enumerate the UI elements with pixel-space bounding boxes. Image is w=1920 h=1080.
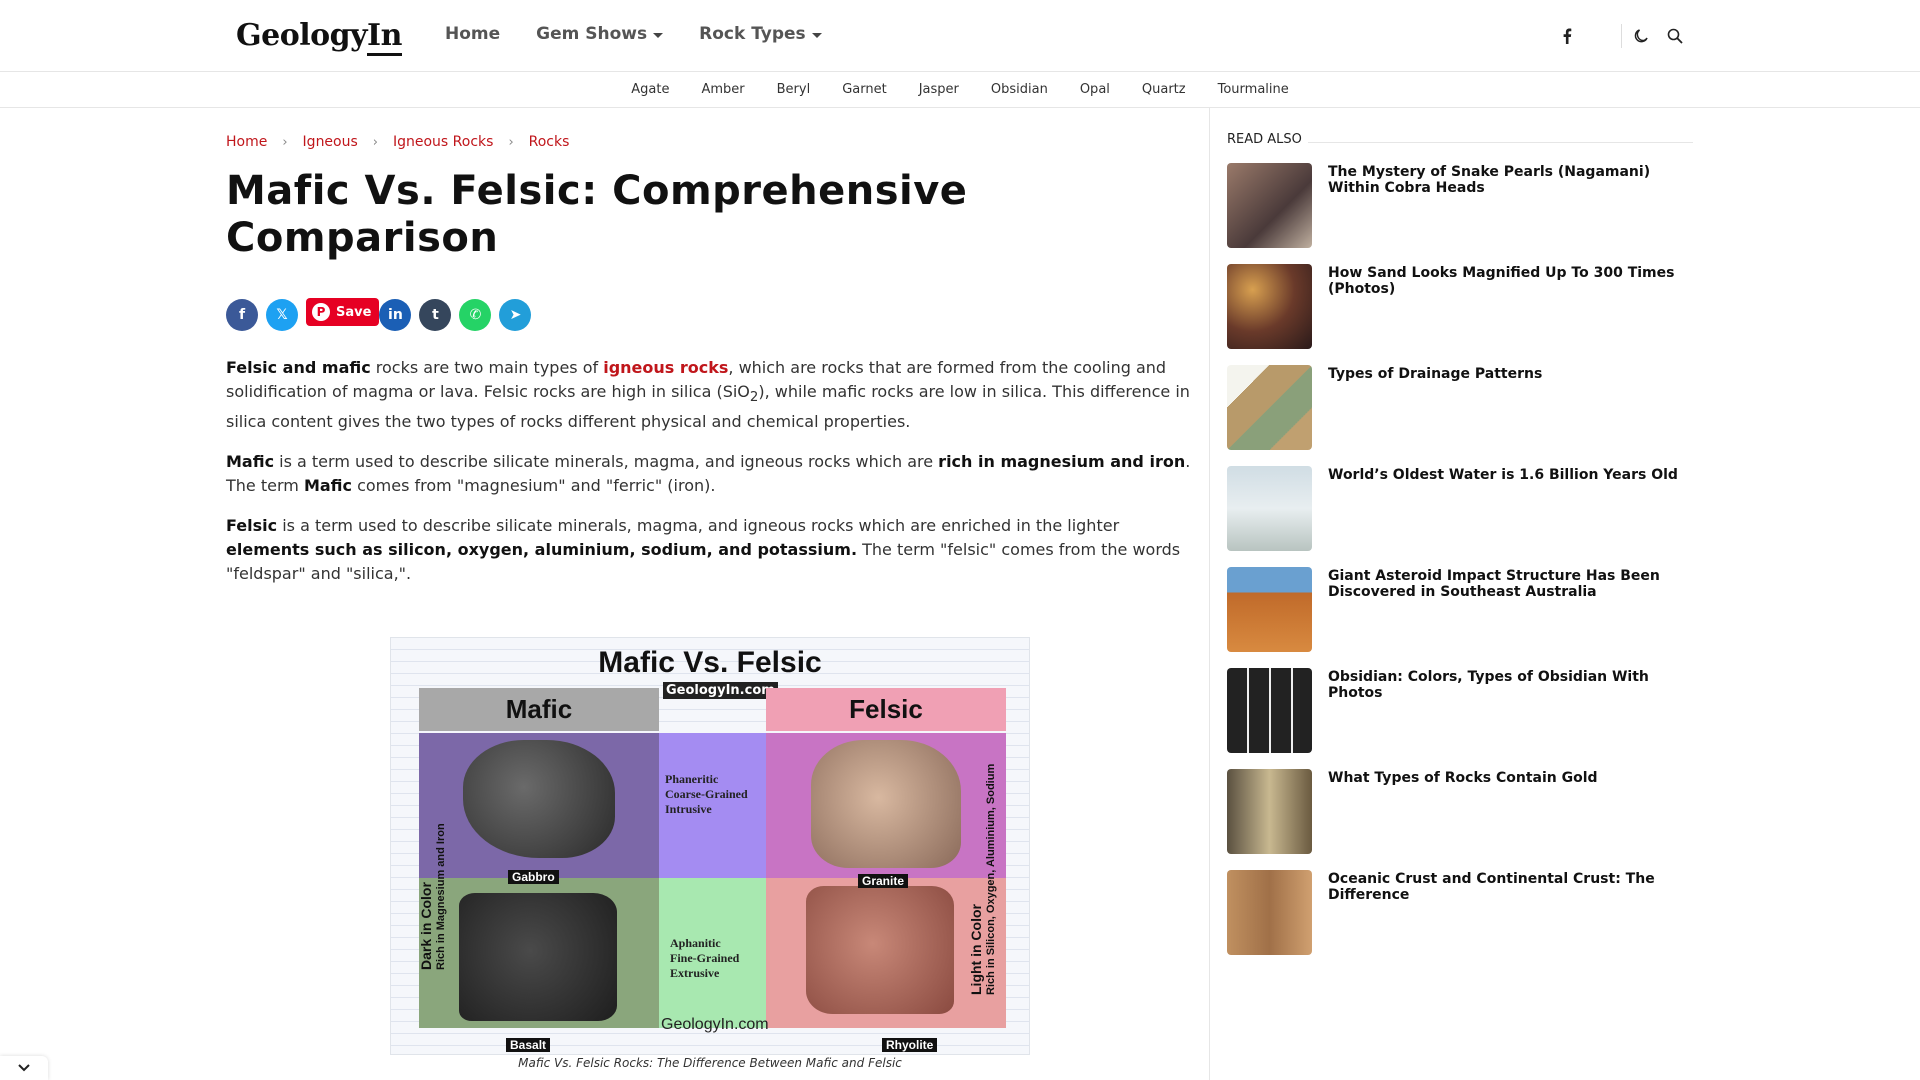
sidebar-post[interactable]: How Sand Looks Magnified Up To 300 Times… xyxy=(1227,264,1693,350)
sidebar-post[interactable]: Giant Asteroid Impact Structure Has Been… xyxy=(1227,567,1693,653)
breadcrumb: Home › Igneous › Igneous Rocks › Rocks xyxy=(226,134,569,150)
nav-home[interactable]: Home xyxy=(445,24,500,44)
subnav-quartz[interactable]: Quartz xyxy=(1142,82,1186,97)
linkedin-icon: in xyxy=(388,307,403,323)
subnav-opal[interactable]: Opal xyxy=(1080,82,1110,97)
post-title[interactable]: How Sand Looks Magnified Up To 300 Times… xyxy=(1328,265,1688,297)
subnav-tourmaline[interactable]: Tourmaline xyxy=(1218,82,1289,97)
whatsapp-icon: ✆ xyxy=(469,307,482,323)
post-title[interactable]: Giant Asteroid Impact Structure Has Been… xyxy=(1328,568,1688,600)
header-divider xyxy=(1621,24,1622,48)
collapse-toggle[interactable] xyxy=(0,1056,48,1080)
mafic-felsic-figure[interactable]: Mafic Vs. Felsic GeologyIn.com Mafic Fel… xyxy=(390,637,1030,1055)
post-title[interactable]: The Mystery of Snake Pearls (Nagamani) W… xyxy=(1328,164,1688,196)
share-linkedin-button[interactable]: in xyxy=(379,299,412,331)
chevron-right-icon: › xyxy=(372,134,378,150)
sidebar-post[interactable]: Obsidian: Colors, Types of Obsidian With… xyxy=(1227,668,1693,754)
figure-site-label: GeologyIn.com xyxy=(663,682,778,699)
article-body: Felsic and mafic rocks are two main type… xyxy=(226,356,1192,602)
granite-label: Granite xyxy=(858,874,909,888)
rhyolite-rock-image xyxy=(806,886,954,1014)
rhyolite-label: Rhyolite xyxy=(882,1038,938,1052)
sidebar-post[interactable]: Oceanic Crust and Continental Crust: The… xyxy=(1227,870,1693,956)
igneous-rocks-link[interactable]: igneous rocks xyxy=(603,358,728,377)
sidebar-post[interactable]: The Mystery of Snake Pearls (Nagamani) W… xyxy=(1227,163,1693,249)
mafic-header: Mafic xyxy=(419,688,659,731)
breadcrumb-igneous-rocks[interactable]: Igneous Rocks xyxy=(393,134,493,150)
share-facebook-button[interactable]: f xyxy=(226,299,258,331)
top-header: GeologyIn Home Gem Shows Rock Types xyxy=(0,0,1920,72)
gabbro-label: Gabbro xyxy=(508,870,559,884)
mafic-side-label: Dark in Color Rich in Magnesium and Iron xyxy=(418,823,447,970)
subnav-beryl[interactable]: Beryl xyxy=(777,82,811,97)
chevron-right-icon: › xyxy=(282,134,288,150)
basalt-rock-image xyxy=(459,893,617,1021)
paragraph-felsic: Felsic is a term used to describe silica… xyxy=(226,516,1181,584)
chevron-right-icon: › xyxy=(508,134,514,150)
felsic-side-label: Light in Color Rich in Silicon, Oxygen, … xyxy=(968,763,997,995)
share-bar: f 𝕏 P Save in t ✆ ➤ xyxy=(226,298,539,331)
read-also-heading: READ ALSO xyxy=(1227,132,1693,147)
share-tumblr-button[interactable]: t xyxy=(419,299,452,331)
paragraph-mafic: Mafic is a term used to describe silicat… xyxy=(226,452,1191,496)
breadcrumb-home[interactable]: Home xyxy=(226,134,267,150)
post-thumbnail xyxy=(1227,264,1312,349)
post-thumbnail xyxy=(1227,668,1312,753)
moon-icon[interactable] xyxy=(1627,22,1655,50)
subnav-agate[interactable]: Agate xyxy=(631,82,669,97)
post-title[interactable]: Obsidian: Colors, Types of Obsidian With… xyxy=(1328,669,1688,701)
share-whatsapp-button[interactable]: ✆ xyxy=(459,299,492,331)
facebook-icon[interactable] xyxy=(1553,22,1581,50)
subnav-garnet[interactable]: Garnet xyxy=(842,82,887,97)
pinterest-save-button[interactable]: P Save xyxy=(306,298,380,326)
gabbro-rock-image xyxy=(463,740,615,858)
felsic-header: Felsic xyxy=(766,688,1006,731)
basalt-label: Basalt xyxy=(506,1038,551,1052)
telegram-icon: ➤ xyxy=(509,307,522,323)
tumblr-icon: t xyxy=(432,307,439,323)
post-thumbnail xyxy=(1227,870,1312,955)
search-icon[interactable] xyxy=(1661,22,1689,50)
post-thumbnail xyxy=(1227,466,1312,551)
main-nav: Home Gem Shows Rock Types xyxy=(445,24,858,44)
breadcrumb-rocks[interactable]: Rocks xyxy=(529,134,570,150)
breadcrumb-igneous[interactable]: Igneous xyxy=(303,134,358,150)
figure-title: Mafic Vs. Felsic xyxy=(598,646,822,679)
nav-gem-shows[interactable]: Gem Shows xyxy=(536,24,664,44)
nav-rock-types[interactable]: Rock Types xyxy=(699,24,822,44)
sidebar-post[interactable]: World’s Oldest Water is 1.6 Billion Year… xyxy=(1227,466,1693,552)
subnav-jasper[interactable]: Jasper xyxy=(919,82,959,97)
post-title[interactable]: Oceanic Crust and Continental Crust: The… xyxy=(1328,871,1688,903)
post-thumbnail xyxy=(1227,365,1312,450)
sidebar-post[interactable]: What Types of Rocks Contain Gold xyxy=(1227,769,1693,855)
share-telegram-button[interactable]: ➤ xyxy=(499,299,532,331)
column-divider xyxy=(1209,108,1210,1080)
post-title[interactable]: Types of Drainage Patterns xyxy=(1328,366,1688,382)
subnav-amber[interactable]: Amber xyxy=(701,82,744,97)
subnav-obsidian[interactable]: Obsidian xyxy=(991,82,1048,97)
facebook-icon: f xyxy=(238,307,246,323)
paragraph-intro: Felsic and mafic rocks are two main type… xyxy=(226,358,1190,432)
category-subnav: Agate Amber Beryl Garnet Jasper Obsidian… xyxy=(0,72,1920,108)
page-title: Mafic Vs. Felsic: Comprehensive Comparis… xyxy=(226,168,968,261)
x-icon: 𝕏 xyxy=(276,307,288,323)
extrusive-text: Aphanitic Fine-Grained Extrusive xyxy=(670,936,740,980)
post-thumbnail xyxy=(1227,163,1312,248)
chevron-down-icon xyxy=(811,33,822,38)
share-x-button[interactable]: 𝕏 xyxy=(266,299,298,331)
site-logo[interactable]: GeologyIn xyxy=(236,18,402,56)
sidebar-post[interactable]: Types of Drainage Patterns xyxy=(1227,365,1693,451)
post-title[interactable]: World’s Oldest Water is 1.6 Billion Year… xyxy=(1328,467,1688,483)
figure-site-watermark: GeologyIn.com xyxy=(661,1016,769,1033)
post-thumbnail xyxy=(1227,769,1312,854)
post-title[interactable]: What Types of Rocks Contain Gold xyxy=(1328,770,1688,786)
granite-rock-image xyxy=(811,740,961,868)
chevron-down-icon xyxy=(653,33,664,38)
figure-caption: Mafic Vs. Felsic Rocks: The Difference B… xyxy=(518,1056,902,1070)
pinterest-icon: P xyxy=(312,303,330,321)
intrusive-text: Phaneritic Coarse-Grained Intrusive xyxy=(665,772,748,816)
chevron-down-icon xyxy=(18,1064,30,1072)
post-thumbnail xyxy=(1227,567,1312,652)
